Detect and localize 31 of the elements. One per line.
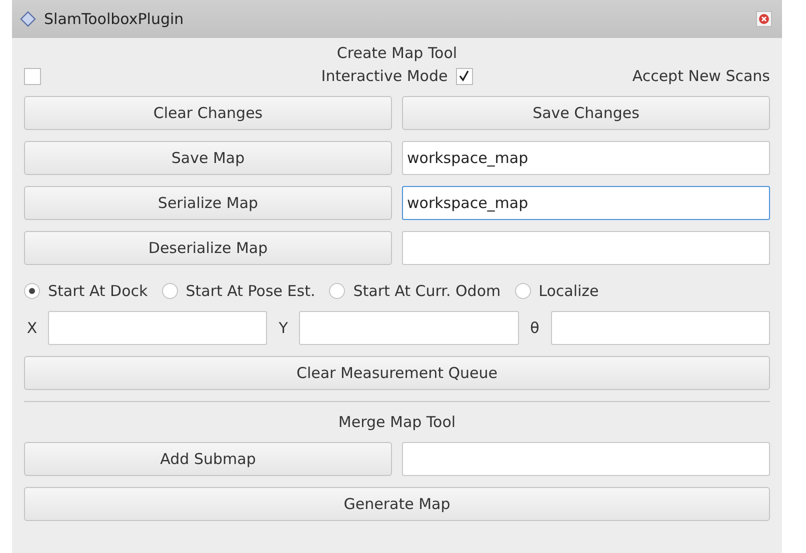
diamond-icon	[20, 11, 36, 27]
checkbox-label: Accept New Scans	[632, 67, 770, 85]
action-button[interactable]: Deserialize Map	[24, 231, 392, 265]
field-label: Y	[278, 319, 289, 337]
input-field[interactable]	[550, 311, 770, 345]
field-label: θ	[529, 319, 540, 337]
action-button[interactable]: Add Submap	[24, 442, 392, 476]
input-field[interactable]: workspace_map	[402, 141, 770, 175]
checkbox-label: Interactive Mode	[321, 67, 448, 85]
action-button[interactable]: Save Changes	[402, 96, 770, 130]
checkbox[interactable]	[456, 68, 473, 84]
action-button[interactable]: Save Map	[24, 141, 392, 175]
section-heading: Merge Map Tool	[338, 413, 456, 431]
action-button[interactable]: Clear Measurement Queue	[24, 356, 770, 390]
action-button[interactable]: Serialize Map	[24, 186, 392, 220]
input-field[interactable]	[48, 311, 268, 345]
radio-option[interactable]: Start At Dock	[24, 282, 148, 300]
field-label: X	[26, 319, 38, 337]
input-field[interactable]: workspace_map	[402, 186, 770, 220]
section-heading: Create Map Tool	[336, 44, 458, 62]
radio-option[interactable]: Start At Curr. Odom	[329, 282, 501, 300]
input-field[interactable]	[299, 311, 519, 345]
radio-option[interactable]: Localize	[514, 282, 599, 300]
window-title: SlamToolboxPlugin	[44, 10, 185, 28]
checkbox[interactable]	[24, 68, 41, 84]
action-button[interactable]: Clear Changes	[24, 96, 392, 130]
action-button[interactable]: Generate Map	[24, 487, 770, 521]
input-field[interactable]	[402, 231, 770, 265]
radio-option[interactable]: Start At Pose Est.	[162, 282, 316, 300]
close-icon[interactable]	[756, 11, 772, 27]
input-field[interactable]	[402, 442, 770, 476]
